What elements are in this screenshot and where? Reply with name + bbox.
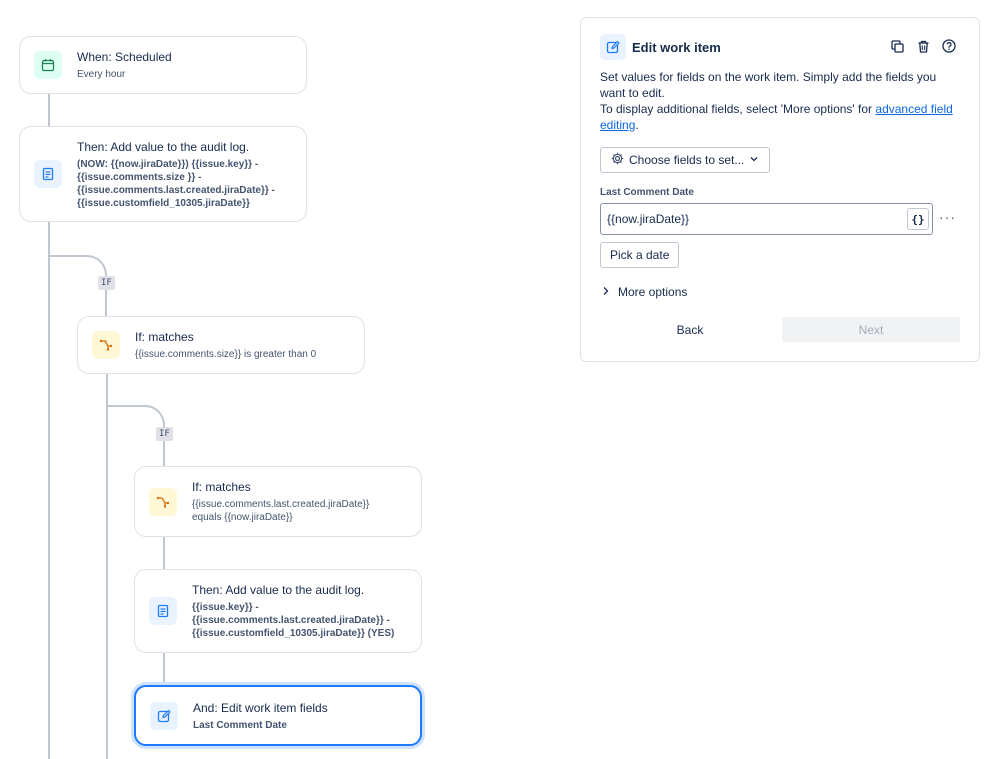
branch-icon — [149, 487, 177, 516]
edit-icon — [150, 701, 178, 730]
card-detail: {{issue.comments.last.created.jiraDate}} — [192, 499, 370, 510]
more-icon[interactable]: ··· — [939, 210, 956, 224]
edit-icon — [600, 34, 626, 60]
condition-card[interactable]: If: matches {{issue.comments.last.create… — [134, 466, 422, 537]
condition-card[interactable]: If: matches {{issue.comments.size}} is g… — [77, 316, 365, 374]
description-text: . — [635, 118, 639, 132]
card-detail: {{issue.customfield_10305.jiraDate}} (YE… — [192, 628, 395, 639]
audit-log-card[interactable]: Then: Add value to the audit log. {{issu… — [134, 569, 422, 653]
connector-inner-2 — [163, 652, 165, 685]
branch-icon — [92, 331, 120, 359]
card-title: Then: Add value to the audit log. — [192, 583, 365, 597]
choose-fields-button[interactable]: Choose fields to set... — [600, 147, 771, 173]
document-icon — [149, 597, 177, 625]
smart-value-button[interactable]: {} — [907, 208, 929, 230]
chevron-right-icon — [602, 285, 610, 299]
next-button[interactable]: Next — [782, 317, 960, 342]
card-title: When: Scheduled — [77, 50, 172, 64]
card-detail: {{issue.comments.last.created.jiraDate}}… — [192, 615, 390, 626]
card-subtitle: Every hour — [77, 69, 126, 80]
card-title: Then: Add value to the audit log. — [77, 139, 250, 154]
card-subtitle: {{issue.comments.size}} is greater than … — [135, 349, 317, 360]
field-label: Last Comment Date — [600, 187, 694, 198]
card-detail: {{issue.customfield_10305.jiraDate}} — [77, 197, 250, 209]
document-icon — [34, 160, 62, 188]
if-tag: IF — [98, 276, 115, 290]
edit-work-item-panel: Edit work item Set values for fields on … — [580, 17, 980, 362]
card-detail: {{issue.comments.last.created.jiraDate}}… — [77, 184, 275, 196]
if-tag: IF — [156, 427, 173, 441]
more-options-label: More options — [618, 285, 688, 299]
card-title: If: matches — [135, 330, 194, 344]
chevron-down-icon — [749, 153, 759, 167]
trigger-card[interactable]: When: Scheduled Every hour — [19, 36, 307, 94]
card-title: If: matches — [192, 480, 251, 494]
panel-header: Edit work item — [600, 34, 721, 60]
description-text: To display additional fields, select 'Mo… — [600, 102, 876, 116]
card-detail: (NOW: {{now.jiraDate}}) {{issue.key}} - — [77, 158, 259, 170]
pick-a-date-button[interactable]: Pick a date — [600, 242, 680, 268]
connector-inner-1 — [163, 536, 165, 570]
help-icon[interactable] — [941, 38, 957, 54]
gear-icon — [611, 152, 624, 168]
card-detail: {{issue.key}} - — [192, 602, 259, 613]
field-value: {{now.jiraDate}} — [607, 212, 690, 226]
card-title: And: Edit work item fields — [193, 700, 328, 715]
panel-actions — [889, 38, 957, 54]
description-text: Set values for fields on the work item. … — [600, 70, 937, 100]
card-detail: equals {{now.jiraDate}} — [192, 512, 293, 523]
edit-work-item-card[interactable]: And: Edit work item fields Last Comment … — [134, 685, 422, 746]
last-comment-date-field[interactable]: {{now.jiraDate}} {} — [600, 203, 933, 235]
back-button[interactable]: Back — [600, 317, 780, 342]
panel-description: Set values for fields on the work item. … — [600, 69, 960, 133]
more-options-toggle[interactable]: More options — [602, 285, 687, 299]
panel-title: Edit work item — [632, 39, 721, 55]
card-subtitle: Last Comment Date — [193, 719, 287, 731]
choose-fields-label: Choose fields to set... — [629, 153, 745, 167]
copy-icon[interactable] — [889, 38, 905, 54]
card-detail: {{issue.comments.size }} - — [77, 171, 202, 183]
trash-icon[interactable] — [915, 38, 931, 54]
audit-log-card[interactable]: Then: Add value to the audit log. (NOW: … — [19, 126, 307, 222]
calendar-icon — [34, 51, 62, 79]
